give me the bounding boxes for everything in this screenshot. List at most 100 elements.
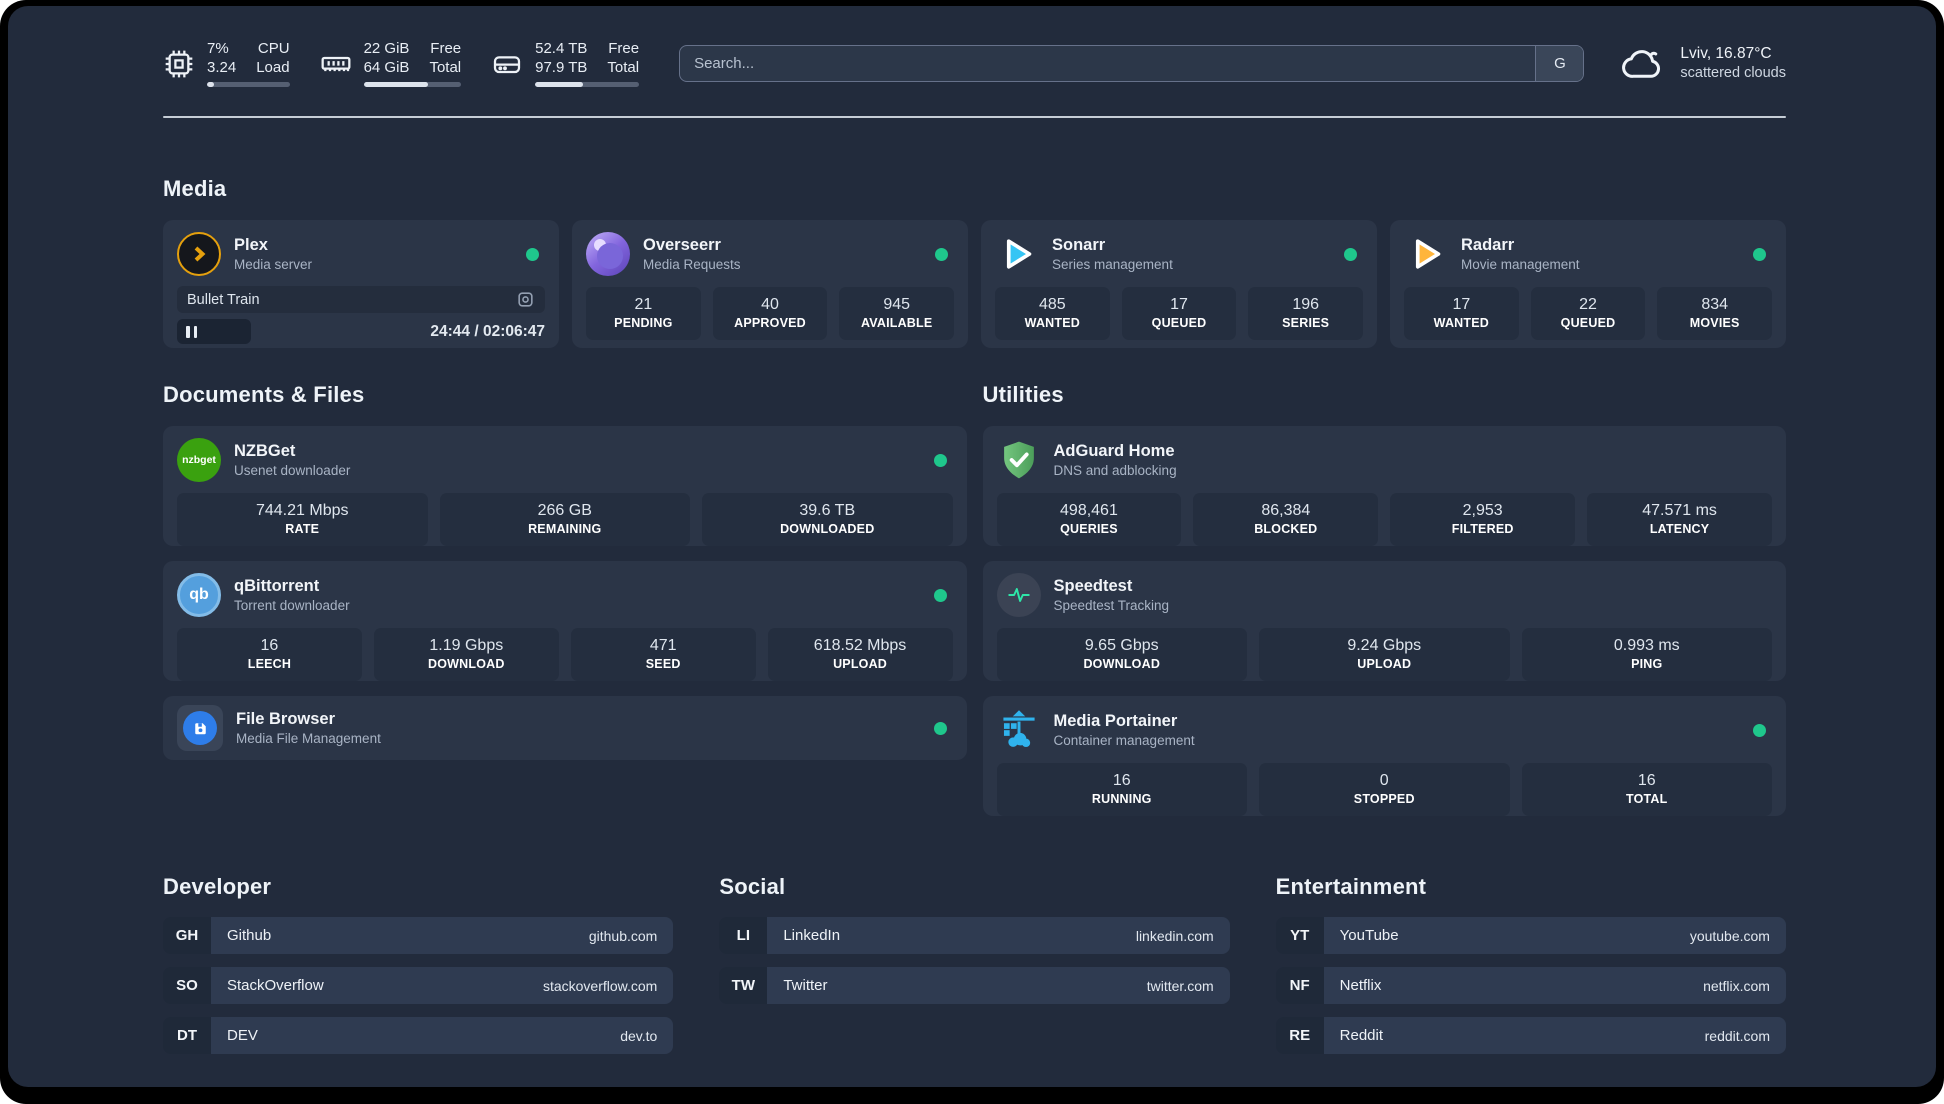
stat-tile: 1.19 Gbps DOWNLOAD	[373, 628, 559, 681]
bookmark-abbr: LI	[719, 917, 768, 954]
bookmark-abbr: SO	[163, 967, 211, 1004]
sonarr-icon	[995, 232, 1039, 276]
bookmark-abbr: YT	[1275, 917, 1324, 954]
disk-monitor: 52.4 TB 97.9 TB Free Total	[491, 39, 640, 87]
section-title-entertainment: Entertainment	[1275, 874, 1427, 899]
player-progress-row: 24:44 / 02:06:47	[177, 319, 545, 344]
bookmark-dev[interactable]: DT DEV dev.to	[163, 1017, 674, 1054]
bookmark-name: Reddit	[1339, 1027, 1384, 1044]
service-card-plex[interactable]: Plex Media server Bullet Train 24:44 / 0…	[163, 220, 559, 348]
stat-tile: 17 QUEUED	[1121, 287, 1237, 340]
status-dot-online	[1753, 723, 1766, 737]
screen-icon[interactable]	[516, 290, 535, 309]
stat-tile: 86,384 BLOCKED	[1193, 493, 1379, 546]
portainer-icon	[997, 708, 1041, 752]
bookmark-name: StackOverflow	[227, 977, 324, 994]
memory-labels: Free Total	[429, 40, 462, 76]
stat-tile: 618.52 Mbps UPLOAD	[767, 628, 953, 681]
search-input[interactable]	[680, 45, 1536, 81]
bookmark-netflix[interactable]: NF Netflix netflix.com	[1275, 967, 1786, 1004]
bookmark-name: LinkedIn	[783, 927, 841, 944]
memory-values: 22 GiB 64 GiB	[363, 40, 410, 76]
adguard-icon	[997, 438, 1041, 482]
topbar-divider	[163, 116, 1786, 118]
bookmark-name: Twitter	[783, 977, 828, 994]
stat-tile: 0.993 ms PING	[1521, 628, 1772, 681]
radarr-icon	[1404, 232, 1448, 276]
service-name: File Browser	[236, 709, 336, 728]
service-card-radarr[interactable]: Radarr Movie management 17 WANTED 22 QUE…	[1390, 220, 1786, 348]
cpu-values: 7% 3.24	[207, 40, 237, 76]
bookmark-url: youtube.com	[1689, 927, 1770, 944]
bookmark-abbr: DT	[163, 1017, 211, 1054]
service-card-speedtest[interactable]: Speedtest Speedtest Tracking 9.65 Gbps D…	[982, 561, 1786, 681]
stat-tile: 16 LEECH	[177, 628, 362, 681]
bookmark-abbr: TW	[719, 967, 768, 1004]
service-name: Overseerr	[643, 235, 721, 254]
cpu-monitor: 7% 3.24 CPU Load	[163, 39, 290, 87]
status-dot-online	[526, 247, 539, 261]
weather-widget: Lviv, 16.87°C scattered clouds	[1620, 43, 1786, 83]
player-time: 24:44 / 02:06:47	[430, 322, 545, 340]
status-dot-online	[1344, 247, 1357, 261]
service-name: Media Portainer	[1053, 711, 1178, 730]
stat-tile: 945 AVAILABLE	[839, 287, 955, 340]
service-card-qbittorrent[interactable]: qb qBittorrent Torrent downloader 16 LEE…	[163, 561, 967, 681]
stat-tile: 744.21 Mbps RATE	[177, 493, 428, 546]
disk-icon	[491, 48, 523, 80]
search-bar: G	[679, 44, 1585, 82]
player-progress-fill	[177, 319, 251, 344]
bookmark-url: dev.to	[620, 1027, 658, 1044]
service-name: Speedtest	[1053, 576, 1133, 595]
column-documents: Documents & Files nzbget NZBGet Usenet d…	[163, 382, 967, 816]
disk-progressbar	[535, 82, 640, 87]
bookmark-youtube[interactable]: YT YouTube youtube.com	[1275, 917, 1786, 954]
cpu-labels: CPU Load	[256, 40, 290, 76]
resource-monitors: 7% 3.24 CPU Load 22 GiB 64 GiB Free Tota…	[163, 39, 640, 87]
service-card-sonarr[interactable]: Sonarr Series management 485 WANTED 17 Q…	[981, 220, 1377, 348]
qbittorrent-icon: qb	[177, 573, 221, 617]
stat-tile: 9.24 Gbps UPLOAD	[1259, 628, 1510, 681]
service-card-adguard[interactable]: AdGuard Home DNS and adblocking 498,461 …	[982, 426, 1786, 546]
now-playing-row: Bullet Train	[177, 286, 545, 313]
service-desc: Media File Management	[236, 730, 381, 746]
pause-icon[interactable]	[186, 325, 197, 338]
plex-icon	[177, 232, 221, 276]
stat-tile: 21 PENDING	[586, 287, 701, 340]
bookmark-name: YouTube	[1339, 927, 1399, 944]
bookmark-stackoverflow[interactable]: SO StackOverflow stackoverflow.com	[163, 967, 674, 1004]
status-dot-online	[933, 453, 947, 467]
bookmark-twitter[interactable]: TW Twitter twitter.com	[719, 967, 1230, 1004]
cloud-icon	[1620, 43, 1666, 83]
bookmark-abbr: NF	[1275, 967, 1324, 1004]
search-provider-button[interactable]: G	[1535, 45, 1584, 81]
bookmark-reddit[interactable]: RE Reddit reddit.com	[1275, 1017, 1786, 1054]
service-card-filebrowser[interactable]: File Browser Media File Management	[163, 696, 967, 760]
bookmark-linkedin[interactable]: LI LinkedIn linkedin.com	[719, 917, 1230, 954]
stat-tile: 22 QUEUED	[1530, 287, 1646, 340]
stat-tile: 16 TOTAL	[1521, 763, 1772, 816]
bookmark-github[interactable]: GH Github github.com	[163, 917, 674, 954]
bookmark-abbr: GH	[163, 917, 211, 954]
section-title-utilities: Utilities	[982, 382, 1064, 407]
service-desc: Series management	[1052, 256, 1173, 272]
bookmark-url: linkedin.com	[1135, 927, 1214, 944]
status-dot-online	[933, 721, 947, 735]
disk-values: 52.4 TB 97.9 TB	[535, 40, 588, 76]
section-title-documents: Documents & Files	[163, 382, 365, 407]
section-title-developer: Developer	[163, 874, 272, 899]
service-card-nzbget[interactable]: nzbget NZBGet Usenet downloader 744.21 M…	[163, 426, 967, 546]
speedtest-icon	[996, 573, 1041, 617]
service-desc: Usenet downloader	[234, 462, 351, 478]
status-dot-online	[933, 588, 947, 602]
bookmark-url: reddit.com	[1704, 1027, 1770, 1044]
bookmark-name: DEV	[227, 1027, 258, 1044]
service-desc: Speedtest Tracking	[1053, 597, 1170, 613]
cpu-icon	[163, 48, 195, 80]
bookmark-url: netflix.com	[1703, 977, 1770, 994]
cpu-progressbar	[207, 82, 290, 87]
screen-frame: 7% 3.24 CPU Load 22 GiB 64 GiB Free Tota…	[0, 0, 1944, 1104]
service-card-overseerr[interactable]: Overseerr Media Requests 21 PENDING 40 A…	[572, 220, 968, 348]
service-card-portainer[interactable]: Media Portainer Container management 16 …	[982, 696, 1786, 816]
service-desc: Media server	[234, 256, 313, 272]
